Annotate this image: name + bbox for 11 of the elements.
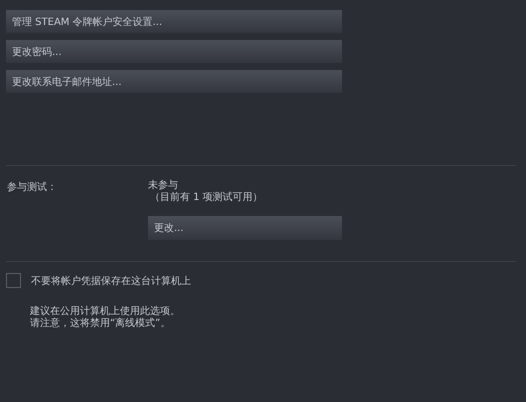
hint-text: 请注意，这将禁用“离线模式”。	[30, 318, 172, 330]
hint-text: 建议在公用计算机上使用此选项。	[30, 306, 181, 318]
settings-button[interactable]: 管理 STEAM 令牌帐户安全设置...	[6, 10, 342, 33]
checkbox[interactable]	[6, 273, 21, 288]
beta-status: 未参与	[148, 180, 178, 192]
beta-label: 参与测试：	[7, 180, 58, 195]
settings-button[interactable]: 更改密码...	[6, 40, 342, 63]
checkbox-label[interactable]: 不要将帐户凭据保存在这台计算机上	[31, 274, 191, 288]
change-button[interactable]: 更改...	[148, 216, 342, 240]
settings-button[interactable]: 更改联系电子邮件地址...	[6, 70, 342, 93]
beta-note: （目前有 1 项测试可用）	[149, 192, 263, 204]
